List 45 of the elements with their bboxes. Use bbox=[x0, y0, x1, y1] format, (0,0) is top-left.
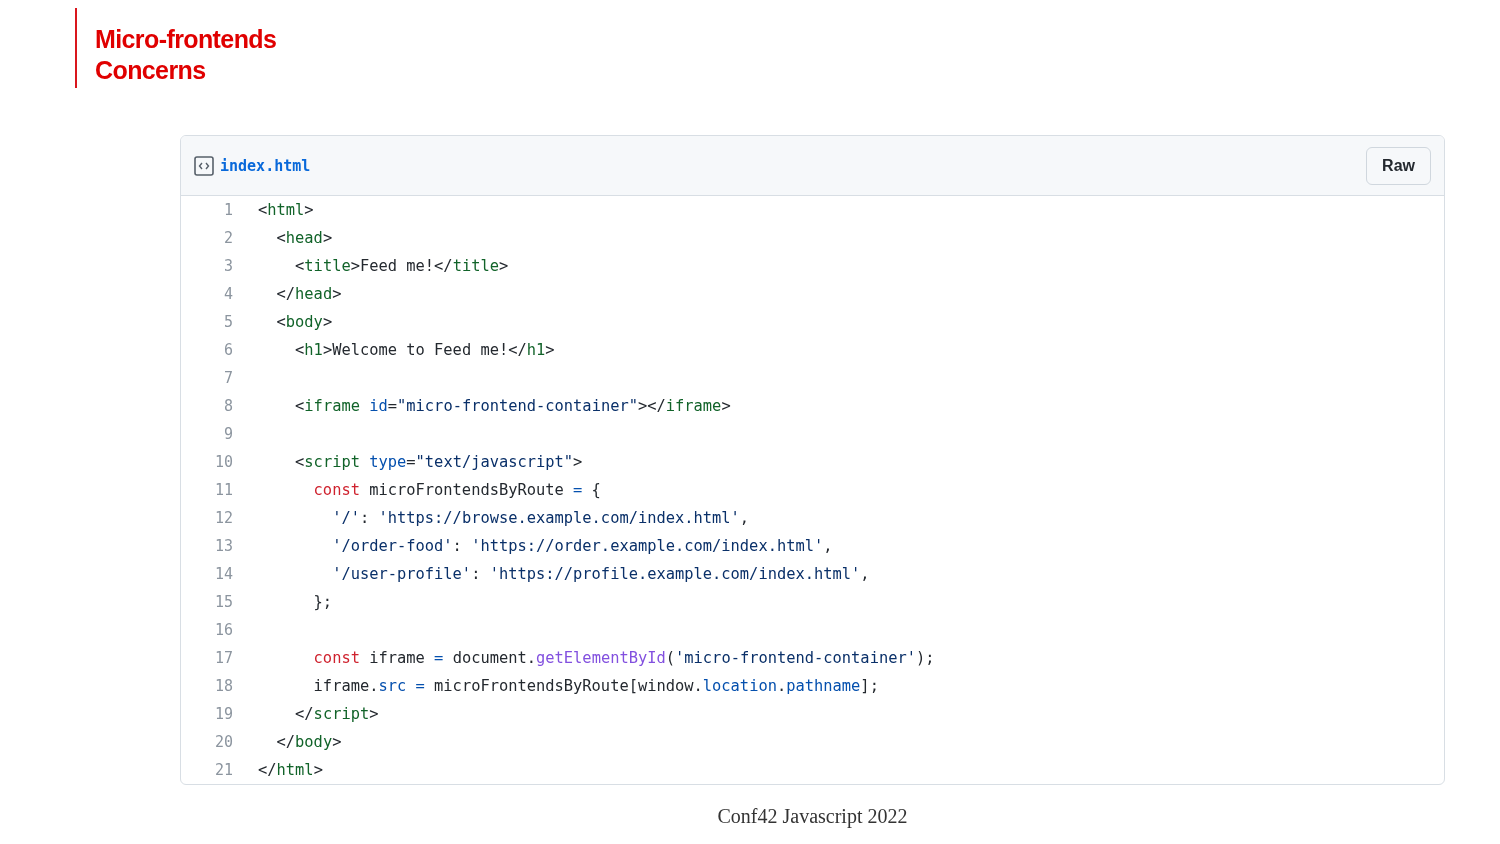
line-number: 6 bbox=[222, 341, 233, 359]
line-number: 2 bbox=[222, 229, 233, 247]
line-number: 17 bbox=[213, 649, 233, 667]
code-line: </head> bbox=[275, 285, 342, 303]
raw-button[interactable]: Raw bbox=[1366, 146, 1431, 185]
code-file-icon bbox=[194, 155, 214, 176]
code-line: <body> bbox=[275, 313, 333, 331]
code-line: <title>Feed me!</title> bbox=[294, 257, 509, 275]
code-line: </body> bbox=[275, 733, 342, 751]
code-line: const microFrontendsByRoute = { bbox=[312, 481, 601, 499]
code-line: <iframe id="micro-frontend-container"></iframe> bbox=[294, 397, 731, 415]
code-line: <html> bbox=[258, 201, 314, 219]
code-line: }; bbox=[312, 593, 333, 611]
line-number: 1 bbox=[222, 201, 233, 219]
line-number: 5 bbox=[222, 313, 233, 331]
line-number: 8 bbox=[222, 397, 233, 415]
line-number: 19 bbox=[213, 705, 233, 723]
slide-title: Micro-frontends bbox=[95, 24, 277, 55]
code-line: <head> bbox=[275, 229, 333, 247]
line-number: 3 bbox=[222, 257, 233, 275]
line-number: 18 bbox=[213, 677, 233, 695]
code-line: '/': 'https://browse.example.com/index.html', bbox=[331, 509, 750, 527]
code-line: <h1>Welcome to Feed me!</h1> bbox=[294, 341, 555, 359]
code-line: '/order-food': 'https://order.example.com/index.html', bbox=[331, 537, 833, 555]
code-line: const iframe = document.getElementById('micro-frontend-container'); bbox=[312, 649, 935, 667]
footer-text: Conf42 Javascript 2022 bbox=[717, 805, 908, 828]
line-number: 7 bbox=[222, 369, 233, 387]
line-number: 16 bbox=[213, 621, 233, 639]
code-line: iframe.src = microFrontendsByRoute[window.location.pathname]; bbox=[312, 677, 879, 695]
code-line: <script type="text/javascript"> bbox=[294, 453, 583, 471]
slide-title: Concerns bbox=[95, 55, 207, 86]
line-number: 10 bbox=[213, 453, 233, 471]
line-number: 9 bbox=[222, 425, 233, 443]
file-name[interactable]: index.html bbox=[220, 156, 1361, 175]
line-number: 4 bbox=[222, 285, 233, 303]
code-line: </script> bbox=[294, 705, 379, 723]
line-number: 12 bbox=[213, 509, 233, 527]
line-number: 21 bbox=[213, 761, 233, 779]
line-number: 15 bbox=[213, 593, 233, 611]
line-number: 11 bbox=[213, 481, 233, 499]
line-number: 13 bbox=[213, 537, 233, 555]
code-line: '/user-profile': 'https://profile.example.com/index.html', bbox=[331, 565, 870, 583]
line-number: 20 bbox=[213, 733, 233, 751]
line-number: 14 bbox=[213, 565, 233, 583]
code-line: </html> bbox=[258, 761, 323, 779]
